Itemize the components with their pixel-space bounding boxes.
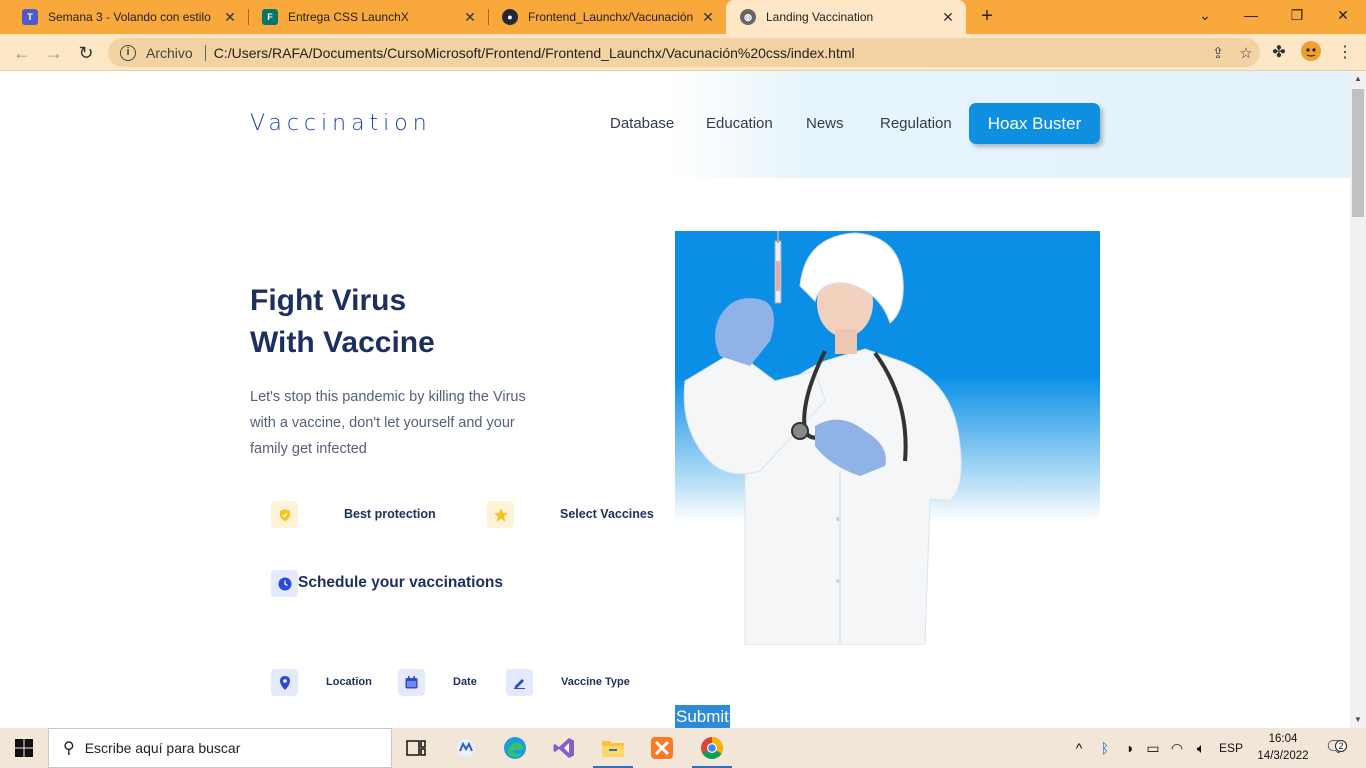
onedrive-sync-icon[interactable]: ◑ — [1118, 728, 1140, 768]
url-text[interactable]: C:/Users/RAFA/Documents/CursoMicrosoft/F… — [214, 45, 1204, 61]
submit-button[interactable]: Submit — [675, 705, 730, 728]
close-icon[interactable]: ✕ — [700, 9, 716, 26]
battery-icon[interactable]: ▭ — [1142, 728, 1164, 768]
location-pin-icon — [271, 669, 298, 696]
tab-title: Entrega CSS LaunchX — [288, 10, 409, 24]
xampp-icon[interactable] — [638, 728, 686, 768]
page-viewport: Vaccination Database Education News Regu… — [0, 71, 1350, 728]
language-indicator[interactable]: ESP — [1216, 728, 1246, 768]
share-icon[interactable]: ⇪ — [1204, 44, 1232, 62]
feature-select-vaccines: Select Vaccines — [560, 507, 654, 521]
feature-best-protection: Best protection — [344, 507, 436, 521]
divider — [204, 44, 206, 61]
vaccine-type-field[interactable]: Vaccine Type — [561, 676, 630, 688]
tab-forms[interactable]: F Entrega CSS LaunchX ✕ — [248, 0, 488, 34]
globe-icon: ◍ — [740, 9, 756, 25]
site-logo[interactable]: Vaccination — [250, 111, 432, 136]
nav-link-education[interactable]: Education — [706, 115, 773, 132]
pen-icon — [506, 669, 533, 696]
clock-date: 14/3/2022 — [1257, 750, 1309, 762]
bluetooth-icon[interactable]: ᛒ — [1094, 728, 1116, 768]
scroll-up-arrow-icon[interactable]: ▲ — [1350, 71, 1366, 87]
tab-search-chevron-icon[interactable]: ⌄ — [1182, 0, 1228, 30]
windows-start-button[interactable] — [0, 728, 48, 768]
teams-icon: T — [22, 9, 38, 25]
hero-description: Let's stop this pandemic by killing the … — [250, 389, 526, 457]
task-view-icon[interactable] — [392, 728, 440, 768]
tab-title: Frontend_Launchx/Vacunación css — [528, 10, 694, 24]
tab-title: Landing Vaccination — [766, 10, 874, 24]
edge-icon[interactable] — [491, 728, 539, 768]
extensions-puzzle-icon[interactable]: ✤ — [1266, 40, 1292, 66]
clock-time: 16:04 — [1268, 733, 1298, 745]
visual-studio-icon[interactable] — [540, 728, 588, 768]
doctor-illustration — [683, 231, 962, 645]
search-icon: ⚲ — [63, 740, 75, 757]
wifi-icon[interactable]: ◠ — [1166, 728, 1188, 768]
hero-title-line: Fight Virus — [250, 284, 407, 317]
notification-badge: 2 — [1335, 740, 1347, 752]
menu-kebab-icon[interactable]: ⋮ — [1332, 40, 1358, 66]
schedule-title: Schedule your vaccinations — [298, 574, 504, 591]
chrome-icon[interactable] — [688, 728, 736, 768]
hoax-buster-button[interactable]: Hoax Buster — [969, 103, 1100, 144]
search-placeholder: Escribe aquí para buscar — [84, 740, 241, 756]
close-icon[interactable]: ✕ — [222, 9, 238, 26]
reload-button[interactable]: ↻ — [72, 39, 100, 67]
bookmark-star-icon[interactable]: ☆ — [1232, 44, 1260, 62]
star-icon — [487, 501, 514, 528]
clock-icon — [271, 570, 298, 597]
tab-github[interactable]: ● Frontend_Launchx/Vacunación css ✕ — [488, 0, 726, 34]
github-icon: ● — [502, 9, 518, 25]
site-info-label: Archivo — [146, 44, 193, 61]
nav-link-database[interactable]: Database — [610, 115, 674, 132]
shield-icon — [271, 501, 298, 528]
close-icon[interactable]: ✕ — [462, 9, 478, 26]
widgets-icon[interactable] — [442, 728, 490, 768]
info-icon[interactable]: i — [120, 44, 136, 61]
forms-icon: F — [262, 9, 278, 25]
address-bar[interactable]: i Archivo C:/Users/RAFA/Documents/CursoM… — [108, 38, 1260, 67]
volume-icon[interactable]: 🔈︎ — [1190, 728, 1212, 768]
minimize-button[interactable]: — — [1228, 0, 1274, 30]
hero-image-doctor — [675, 231, 1100, 645]
windows-taskbar: ⚲ Escribe aquí para buscar ^ ᛒ ◑ ▭ ◠ 🔈︎ … — [0, 728, 1366, 768]
nav-link-regulation[interactable]: Regulation — [880, 115, 952, 132]
calendar-icon — [398, 669, 425, 696]
file-explorer-icon[interactable] — [589, 728, 637, 768]
date-field[interactable]: Date — [453, 676, 477, 688]
scroll-down-arrow-icon[interactable]: ▼ — [1350, 712, 1366, 728]
show-hidden-icons-chevron-icon[interactable]: ^ — [1068, 728, 1090, 768]
taskbar-search-box[interactable]: ⚲ Escribe aquí para buscar — [48, 728, 392, 768]
forward-button[interactable]: → — [40, 39, 68, 67]
browser-tab-strip: T Semana 3 - Volando con estilo ✕ F Entr… — [0, 0, 1366, 34]
profile-avatar[interactable] — [1298, 40, 1324, 66]
notifications-icon[interactable]: 🗨︎2 — [1322, 728, 1348, 768]
hero-title: Fight Virus With Vaccine — [250, 280, 435, 364]
new-tab-button[interactable]: + — [976, 5, 998, 27]
location-field[interactable]: Location — [326, 676, 372, 688]
nav-link-news[interactable]: News — [806, 115, 844, 132]
close-icon[interactable]: ✕ — [940, 9, 956, 26]
system-clock[interactable]: 16:04 14/3/2022 — [1252, 731, 1314, 765]
browser-toolbar: ← → ↻ i Archivo C:/Users/RAFA/Documents/… — [0, 34, 1366, 71]
scrollbar-thumb[interactable] — [1352, 89, 1364, 217]
tab-teams[interactable]: T Semana 3 - Volando con estilo ✕ — [8, 0, 248, 34]
tab-landing-vaccination[interactable]: ◍ Landing Vaccination ✕ — [726, 0, 966, 34]
close-window-button[interactable]: ✕ — [1320, 0, 1366, 30]
restore-button[interactable]: ❐ — [1274, 0, 1320, 30]
back-button[interactable]: ← — [8, 39, 36, 67]
hero-title-line: With Vaccine — [250, 326, 435, 359]
tab-title: Semana 3 - Volando con estilo — [48, 10, 211, 24]
page-scrollbar[interactable]: ▲ ▼ — [1350, 71, 1366, 728]
